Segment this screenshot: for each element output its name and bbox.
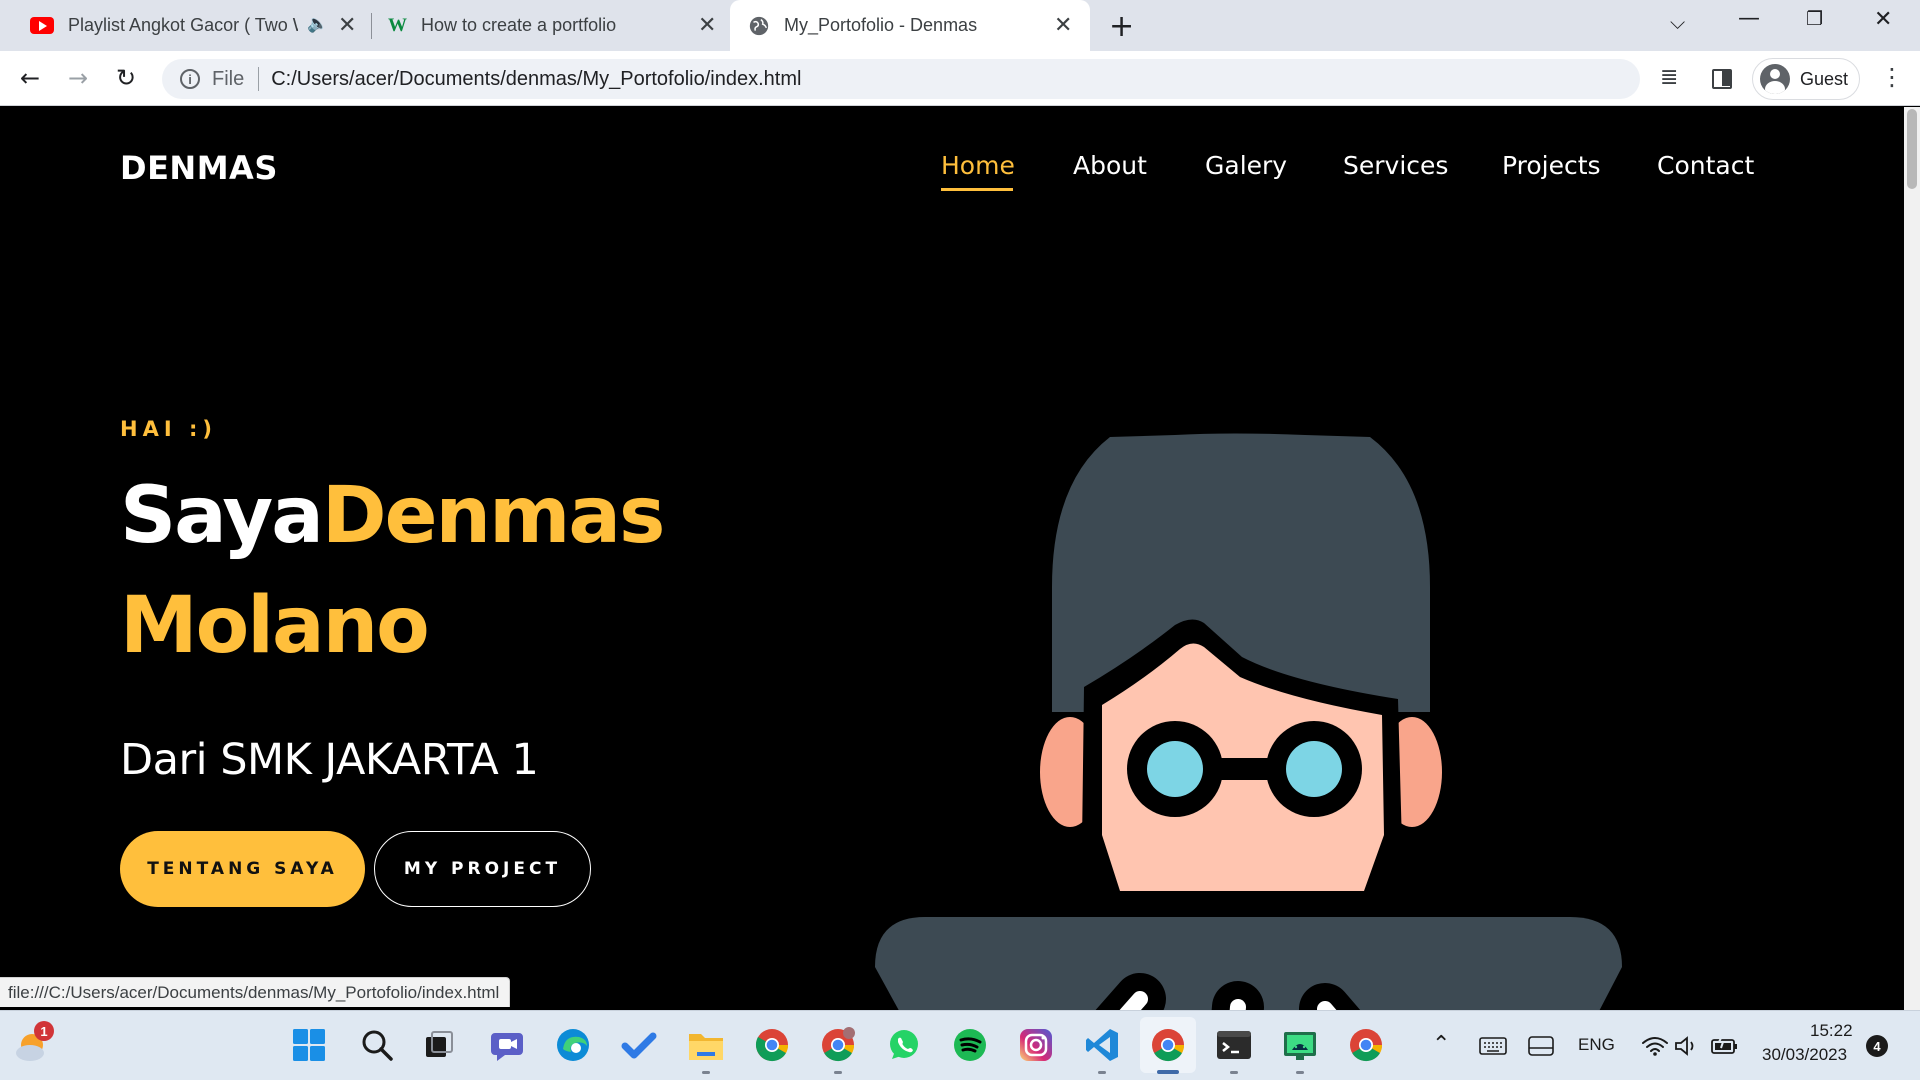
scrollbar-thumb[interactable] [1907,109,1917,189]
volume-icon[interactable] [1668,1027,1706,1065]
nav-projects[interactable]: Projects [1502,151,1601,180]
glasses-right-lens [1286,741,1342,797]
chrome-profile-icon[interactable] [819,1026,857,1064]
about-me-button[interactable]: TENTANG SAYA [120,831,365,907]
tab-title: How to create a portfolio [421,15,617,35]
portfolio-page: DENMAS Home About Galery Services Projec… [0,107,1904,1010]
active-app-indicator [1157,1070,1179,1074]
tab-search-chevron-icon[interactable]: ⌵ [1670,10,1685,34]
close-tab-icon[interactable]: ✕ [1054,14,1072,36]
nav-services[interactable]: Services [1343,151,1448,180]
running-indicator [702,1071,710,1074]
hero-heading-line1: SayaDenmas [120,477,665,555]
side-panel-icon[interactable] [1712,69,1732,89]
tab-my-portfolio[interactable]: My_Portofolio - Denmas ✕ [730,0,1090,51]
teams-chat-icon[interactable] [488,1026,526,1064]
new-tab-button[interactable]: + [1109,9,1134,44]
tab-divider [371,13,372,39]
site-logo[interactable]: DENMAS [120,149,278,187]
chrome-icon[interactable] [753,1026,791,1064]
language-indicator[interactable]: ENG [1578,1035,1615,1055]
profile-label: Guest [1800,68,1849,89]
hero-first-name: Denmas [321,471,666,561]
tab-title: My_Portofolio - Denmas [784,15,978,35]
nav-active-indicator [941,188,1013,191]
battery-charging-icon[interactable] [1706,1027,1744,1065]
terminal-icon[interactable] [1215,1026,1253,1064]
running-indicator [1230,1071,1238,1074]
youtube-icon [30,17,54,34]
glasses-left-lens [1147,741,1203,797]
profile-avatar-icon [1760,64,1790,94]
android-studio-icon[interactable] [1281,1026,1319,1064]
speaker-icon[interactable]: 🔈 [307,14,328,34]
menu-kebab-icon[interactable]: ⋮ [1880,63,1904,91]
globe-icon [749,16,769,35]
hero-greeting: HAI :) [120,417,217,441]
tab-youtube-playlist[interactable]: Playlist Angkot Gacor ( Two W 🔈 ✕ [30,0,360,51]
tablet-mode-icon[interactable] [1522,1027,1560,1065]
browser-toolbar: ← → ↻ i File C:/Users/acer/Documents/den… [0,51,1920,106]
clock-date[interactable]: 30/03/2023 [1762,1045,1847,1065]
close-window-icon[interactable]: ✕ [1874,7,1892,32]
chrome-icon[interactable] [1149,1026,1187,1064]
hero-subtitle: Dari SMK JAKARTA 1 [120,735,539,785]
tab-strip: Playlist Angkot Gacor ( Two W 🔈 ✕ W How … [0,0,1920,51]
close-tab-icon[interactable]: ✕ [698,14,716,36]
edge-icon[interactable] [554,1026,592,1064]
tab-title: Playlist Angkot Gacor ( Two W [68,15,298,35]
minimize-icon[interactable]: — [1738,6,1760,31]
close-tab-icon[interactable]: ✕ [338,14,356,36]
hero-last-name: Molano [120,581,430,671]
whatsapp-icon[interactable] [885,1026,923,1064]
hacker-avatar-illustration [875,433,1622,1010]
site-info-icon[interactable]: i [180,69,200,89]
running-indicator [834,1071,842,1074]
w-icon: W [388,14,407,36]
search-icon[interactable] [358,1026,396,1064]
clock-time[interactable]: 15:22 [1810,1021,1853,1041]
chrome-icon[interactable] [1347,1026,1385,1064]
nav-contact[interactable]: Contact [1657,151,1754,180]
fingers [1095,973,1361,1010]
touch-keyboard-icon[interactable] [1474,1027,1512,1065]
my-project-button[interactable]: MY PROJECT [374,831,591,907]
nav-galery[interactable]: Galery [1205,151,1287,180]
profile-button[interactable]: Guest [1752,58,1860,100]
page-scrollbar[interactable] [1904,107,1920,1010]
todo-icon[interactable] [620,1026,658,1064]
forward-icon[interactable]: → [68,64,88,92]
running-indicator [1098,1071,1106,1074]
omnibox-divider [258,67,260,91]
reload-icon[interactable]: ↻ [116,64,136,92]
weather-alert-badge: 1 [34,1021,54,1041]
file-explorer-icon[interactable] [687,1026,725,1064]
show-hidden-icons-chevron[interactable]: ⌃ [1432,1031,1450,1057]
task-view-icon[interactable] [420,1026,458,1064]
spotify-icon[interactable] [951,1026,989,1064]
link-status-bubble: file:///C:/Users/acer/Documents/denmas/M… [0,977,511,1007]
address-bar[interactable]: i File C:/Users/acer/Documents/denmas/My… [162,59,1640,99]
url-text[interactable]: C:/Users/acer/Documents/denmas/My_Portof… [271,68,801,91]
windows-start-icon[interactable] [290,1026,328,1064]
tab-portfolio-guide[interactable]: W How to create a portfolio ✕ [388,0,718,51]
hero-name-prefix: Saya [120,471,324,561]
back-icon[interactable]: ← [20,64,40,92]
notification-count-badge[interactable]: 4 [1866,1035,1888,1057]
nav-about[interactable]: About [1073,151,1147,180]
instagram-icon[interactable] [1017,1026,1055,1064]
media-control-icon[interactable]: ≣ [1660,65,1678,90]
restore-icon[interactable]: ❐ [1806,8,1823,30]
running-indicator [1296,1071,1304,1074]
windows-taskbar: 1 ⌃ ENG 15:22 30/03/2023 4 [0,1010,1920,1080]
vscode-icon[interactable] [1083,1026,1121,1064]
nav-home[interactable]: Home [941,151,1015,180]
scheme-label: File [212,67,245,90]
